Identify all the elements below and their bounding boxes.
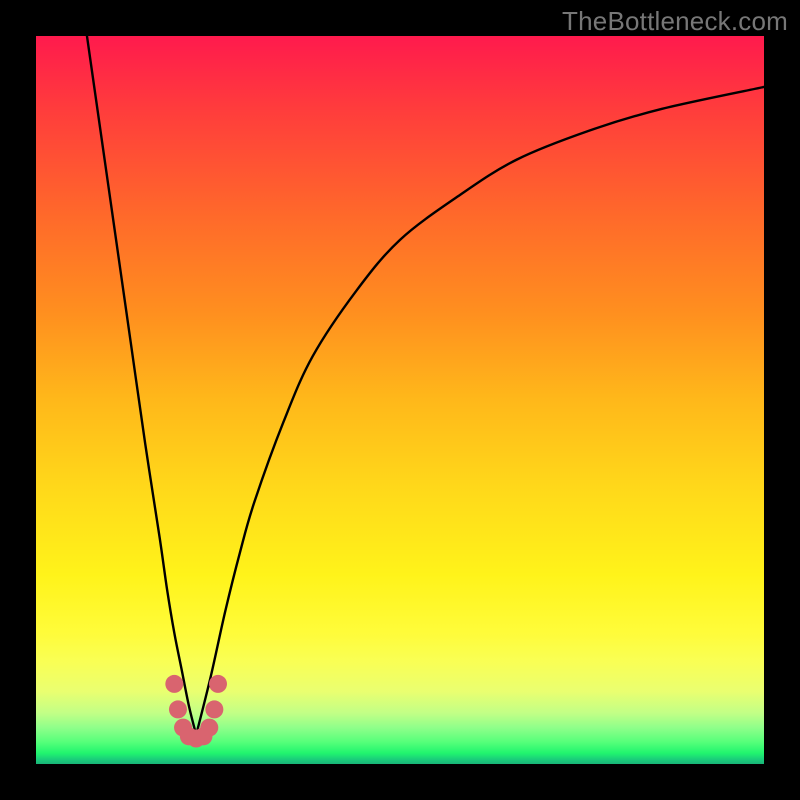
notch-marker [205, 700, 223, 718]
right-branch-curve [196, 87, 764, 735]
notch-marker-group [165, 675, 227, 748]
plot-area [36, 36, 764, 764]
notch-marker [209, 675, 227, 693]
notch-marker [165, 675, 183, 693]
watermark-text: TheBottleneck.com [562, 6, 788, 37]
chart-frame: TheBottleneck.com [0, 0, 800, 800]
left-branch-curve [87, 36, 196, 735]
curve-layer [36, 36, 764, 764]
notch-marker [200, 719, 218, 737]
notch-marker [169, 700, 187, 718]
